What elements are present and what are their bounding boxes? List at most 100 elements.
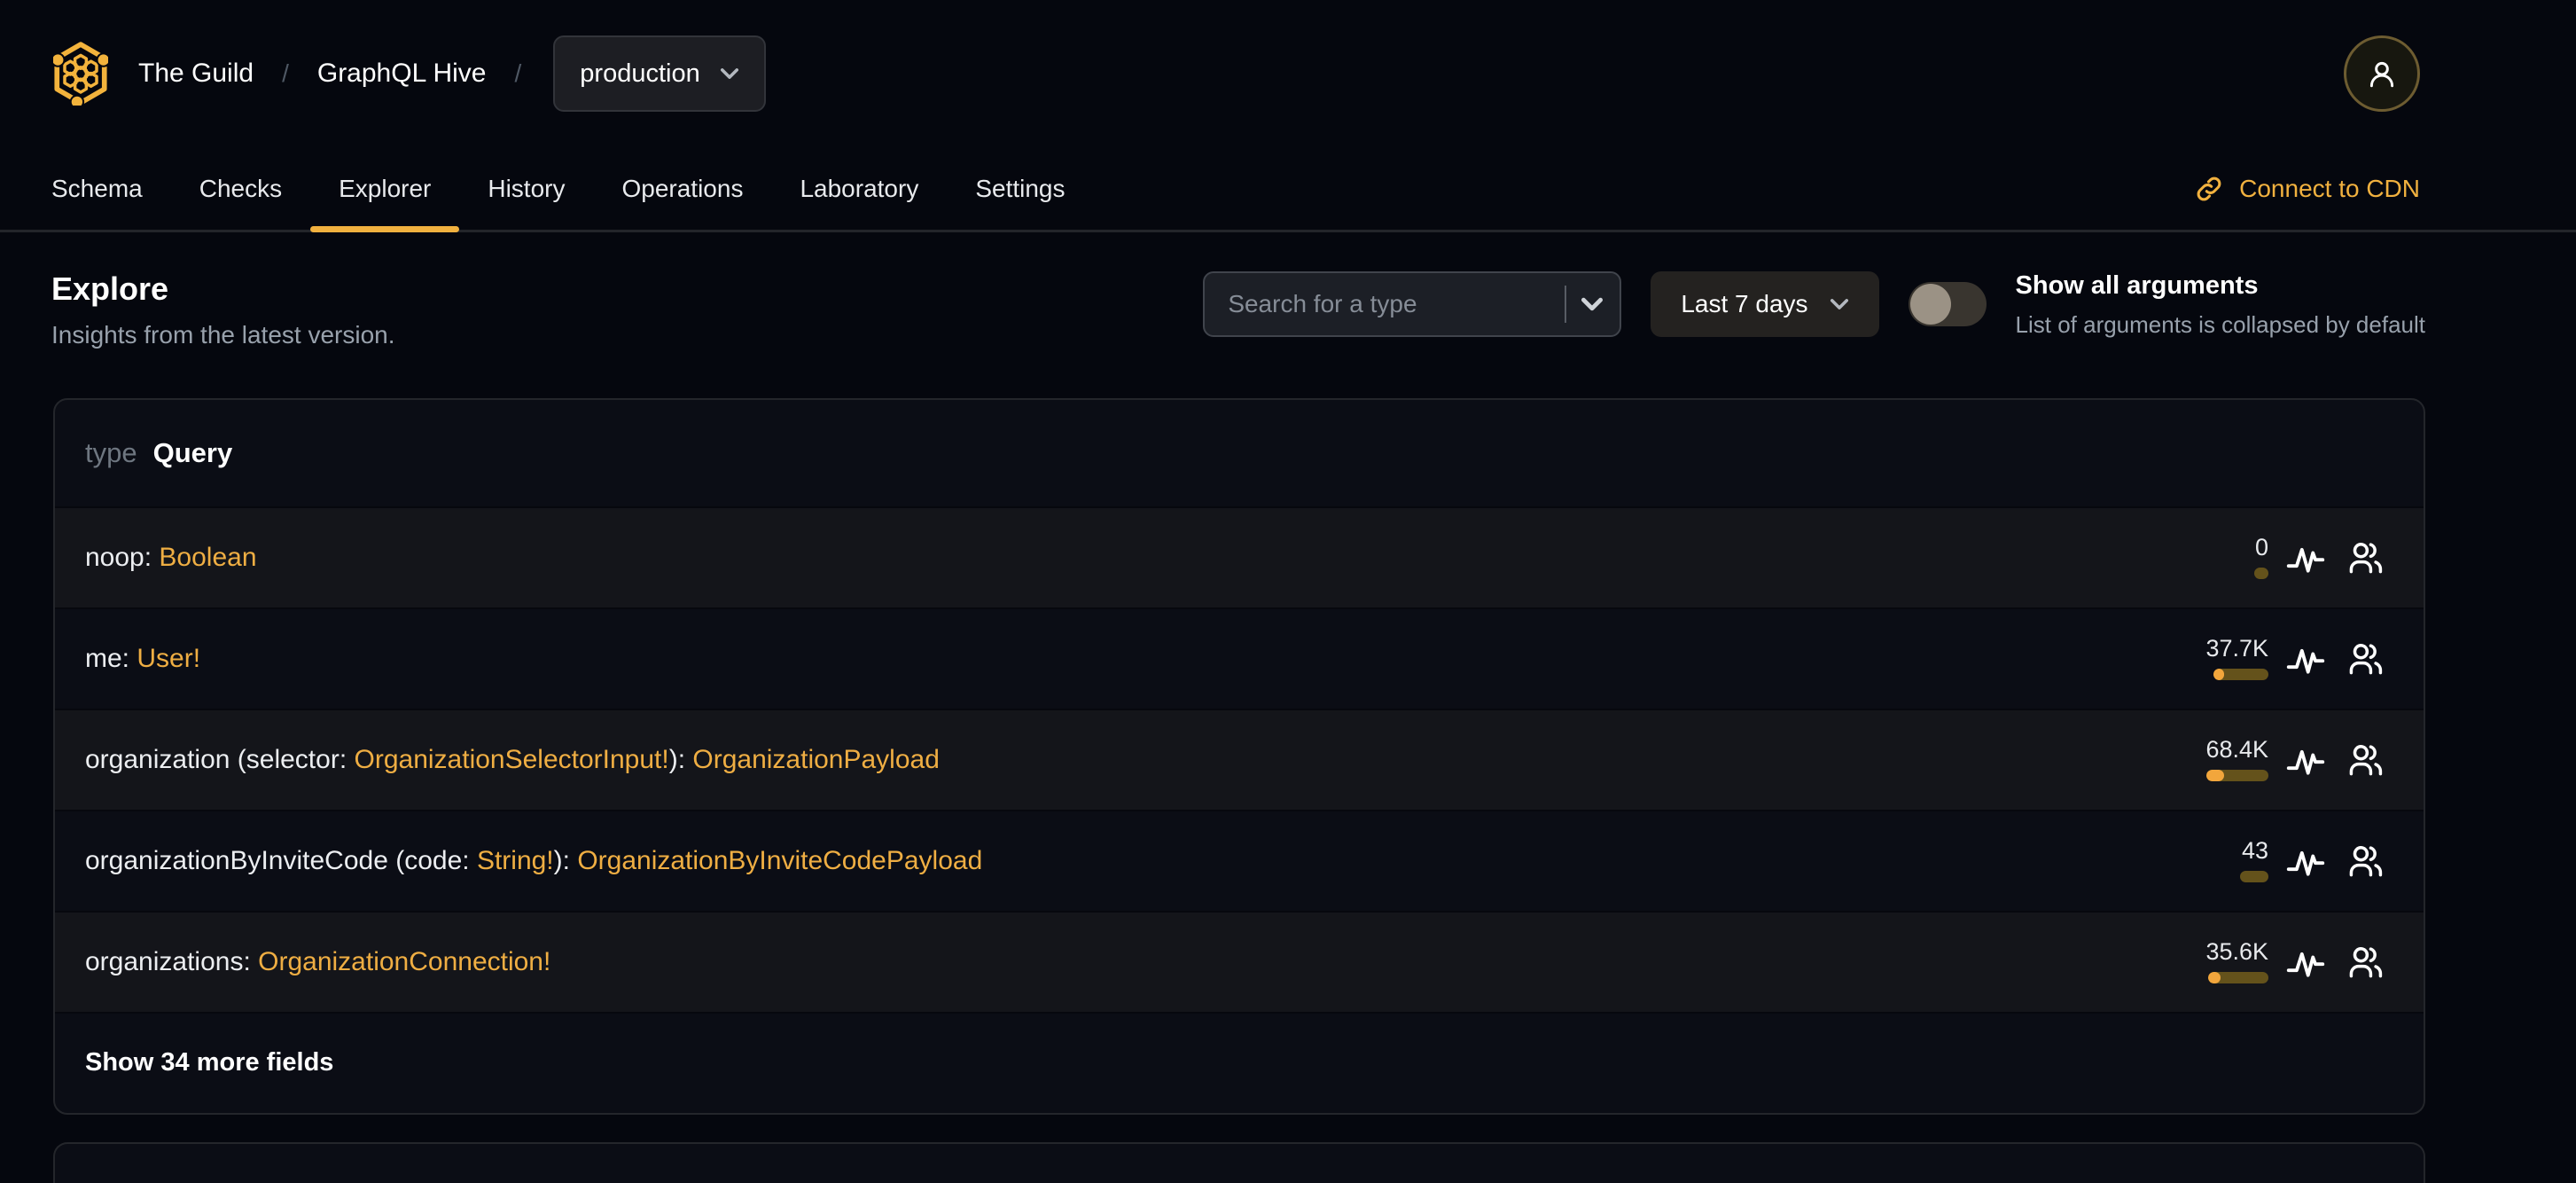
controls-row: Explore Insights from the latest version… bbox=[0, 232, 2576, 349]
table-row[interactable]: noop: Boolean 0 bbox=[55, 505, 2424, 607]
tab-history[interactable]: History bbox=[459, 147, 593, 230]
user-icon bbox=[2369, 61, 2394, 88]
field-text: noop: bbox=[85, 542, 160, 572]
activity-icon[interactable] bbox=[2286, 943, 2325, 982]
table-row[interactable]: me: User! 37.7K bbox=[55, 607, 2424, 709]
consumers-icon[interactable] bbox=[2346, 943, 2385, 982]
field-text: organization (selector: bbox=[85, 744, 355, 774]
usage-bar-highlight bbox=[2206, 770, 2224, 782]
search-input[interactable] bbox=[1226, 289, 1560, 319]
chevron-down-icon bbox=[720, 68, 738, 79]
breadcrumb-separator: / bbox=[514, 59, 522, 87]
breadcrumb: The Guild / GraphQL Hive / production bbox=[138, 35, 766, 112]
field-signature: organizations: OrganizationConnection! bbox=[85, 947, 550, 977]
show-all-arguments-toggle[interactable] bbox=[1908, 282, 1987, 326]
activity-icon[interactable] bbox=[2286, 740, 2325, 780]
activity-icon[interactable] bbox=[2286, 639, 2325, 678]
page-header: Explore Insights from the latest version… bbox=[51, 271, 395, 349]
field-text: ): bbox=[553, 845, 578, 875]
main-nav: Schema Checks Explorer History Operations Lab… bbox=[0, 147, 2576, 232]
connect-to-cdn-button[interactable]: Connect to CDN bbox=[2195, 147, 2420, 230]
table-row[interactable]: organization (selector: OrganizationSele… bbox=[55, 708, 2424, 810]
consumers-icon[interactable] bbox=[2346, 842, 2385, 881]
show-more-fields-button[interactable]: Show 34 more fields bbox=[55, 1011, 2424, 1113]
type-name[interactable]: Query bbox=[153, 437, 233, 469]
field-usage: 43 bbox=[2153, 837, 2268, 883]
usage-bar bbox=[2240, 871, 2268, 883]
consumers-icon[interactable] bbox=[2346, 740, 2385, 780]
field-usage: 37.7K bbox=[2153, 635, 2268, 681]
type-link[interactable]: OrganizationConnection! bbox=[258, 947, 550, 976]
field-usage: 35.6K bbox=[2153, 938, 2268, 984]
tab-operations[interactable]: Operations bbox=[593, 147, 771, 230]
field-text: ): bbox=[668, 744, 693, 774]
chevron-down-icon[interactable] bbox=[1581, 297, 1604, 311]
type-link[interactable]: User! bbox=[137, 644, 200, 673]
period-selector[interactable]: Last 7 days bbox=[1651, 271, 1879, 337]
type-link[interactable]: OrganizationSelectorInput! bbox=[355, 745, 669, 774]
connect-to-cdn-label: Connect to CDN bbox=[2239, 174, 2420, 202]
usage-bar bbox=[2254, 568, 2268, 580]
user-menu-button[interactable] bbox=[2344, 35, 2420, 112]
nav-tabs: Schema Checks Explorer History Operations Lab… bbox=[23, 147, 1094, 232]
page-subtitle: Insights from the latest version. bbox=[51, 320, 395, 349]
field-text: me: bbox=[85, 643, 137, 673]
request-count: 68.4K bbox=[2205, 736, 2268, 764]
schema-type-card: type Query noop: Boolean 0 me: User! 37.… bbox=[53, 397, 2425, 1115]
toggle-description: List of arguments is collapsed by defaul… bbox=[2015, 311, 2425, 338]
usage-bar-highlight bbox=[2208, 972, 2221, 984]
hive-logo-icon[interactable] bbox=[53, 42, 108, 106]
type-kind-label: type bbox=[85, 436, 137, 468]
type-link[interactable]: String! bbox=[477, 846, 554, 875]
field-signature: organizationByInviteCode (code: String!)… bbox=[85, 846, 982, 876]
tab-laboratory[interactable]: Laboratory bbox=[771, 147, 947, 230]
field-rows: noop: Boolean 0 me: User! 37.7K organiza… bbox=[55, 505, 2424, 1012]
target-selector[interactable]: production bbox=[553, 35, 766, 112]
field-signature: me: User! bbox=[85, 644, 200, 674]
request-count: 35.6K bbox=[2205, 938, 2268, 966]
type-card-header: type Query bbox=[55, 400, 2424, 506]
toggle-labels: Show all arguments List of arguments is … bbox=[2016, 271, 2425, 339]
usage-bar bbox=[2206, 770, 2268, 782]
page-title: Explore bbox=[51, 270, 169, 307]
tab-checks[interactable]: Checks bbox=[171, 147, 310, 230]
period-selector-value: Last 7 days bbox=[1681, 290, 1808, 317]
field-text: organizations: bbox=[85, 946, 259, 976]
next-type-card-stub bbox=[53, 1141, 2425, 1183]
toggle-label: Show all arguments bbox=[2015, 271, 2259, 300]
usage-bar bbox=[2208, 972, 2268, 984]
activity-icon[interactable] bbox=[2286, 842, 2325, 881]
request-count: 43 bbox=[2241, 837, 2268, 865]
consumers-icon[interactable] bbox=[2346, 538, 2385, 577]
field-signature: noop: Boolean bbox=[85, 543, 257, 573]
breadcrumb-project[interactable]: GraphQL Hive bbox=[317, 59, 487, 89]
field-usage: 68.4K bbox=[2153, 736, 2268, 782]
type-link[interactable]: Boolean bbox=[159, 543, 256, 572]
tab-settings[interactable]: Settings bbox=[947, 147, 1093, 230]
type-link[interactable]: OrganizationPayload bbox=[692, 745, 940, 774]
toggle-knob bbox=[1909, 284, 1951, 325]
divider bbox=[1565, 286, 1567, 323]
chevron-down-icon bbox=[1830, 299, 1848, 309]
field-signature: organization (selector: OrganizationSele… bbox=[85, 745, 940, 775]
type-search-combobox[interactable] bbox=[1203, 271, 1622, 337]
breadcrumb-separator: / bbox=[282, 59, 289, 87]
field-text: organizationByInviteCode (code: bbox=[85, 845, 477, 875]
breadcrumb-organization[interactable]: The Guild bbox=[138, 59, 254, 89]
usage-bar bbox=[2213, 669, 2268, 681]
usage-bar-highlight bbox=[2213, 669, 2224, 681]
table-row[interactable]: organizationByInviteCode (code: String!)… bbox=[55, 809, 2424, 911]
filter-controls: Last 7 days Show all arguments List of a… bbox=[1203, 271, 2425, 339]
type-link[interactable]: OrganizationByInviteCodePayload bbox=[577, 846, 982, 875]
tab-explorer[interactable]: Explorer bbox=[310, 147, 460, 232]
link-icon bbox=[2197, 176, 2221, 200]
field-usage: 0 bbox=[2153, 534, 2268, 580]
tab-schema[interactable]: Schema bbox=[23, 147, 171, 230]
table-row[interactable]: organizations: OrganizationConnection! 3… bbox=[55, 910, 2424, 1012]
top-bar: The Guild / GraphQL Hive / production bbox=[0, 0, 2576, 147]
request-count: 0 bbox=[2254, 534, 2268, 561]
activity-icon[interactable] bbox=[2286, 538, 2325, 577]
consumers-icon[interactable] bbox=[2346, 639, 2385, 678]
target-selector-value: production bbox=[580, 59, 700, 88]
request-count: 37.7K bbox=[2205, 635, 2268, 662]
